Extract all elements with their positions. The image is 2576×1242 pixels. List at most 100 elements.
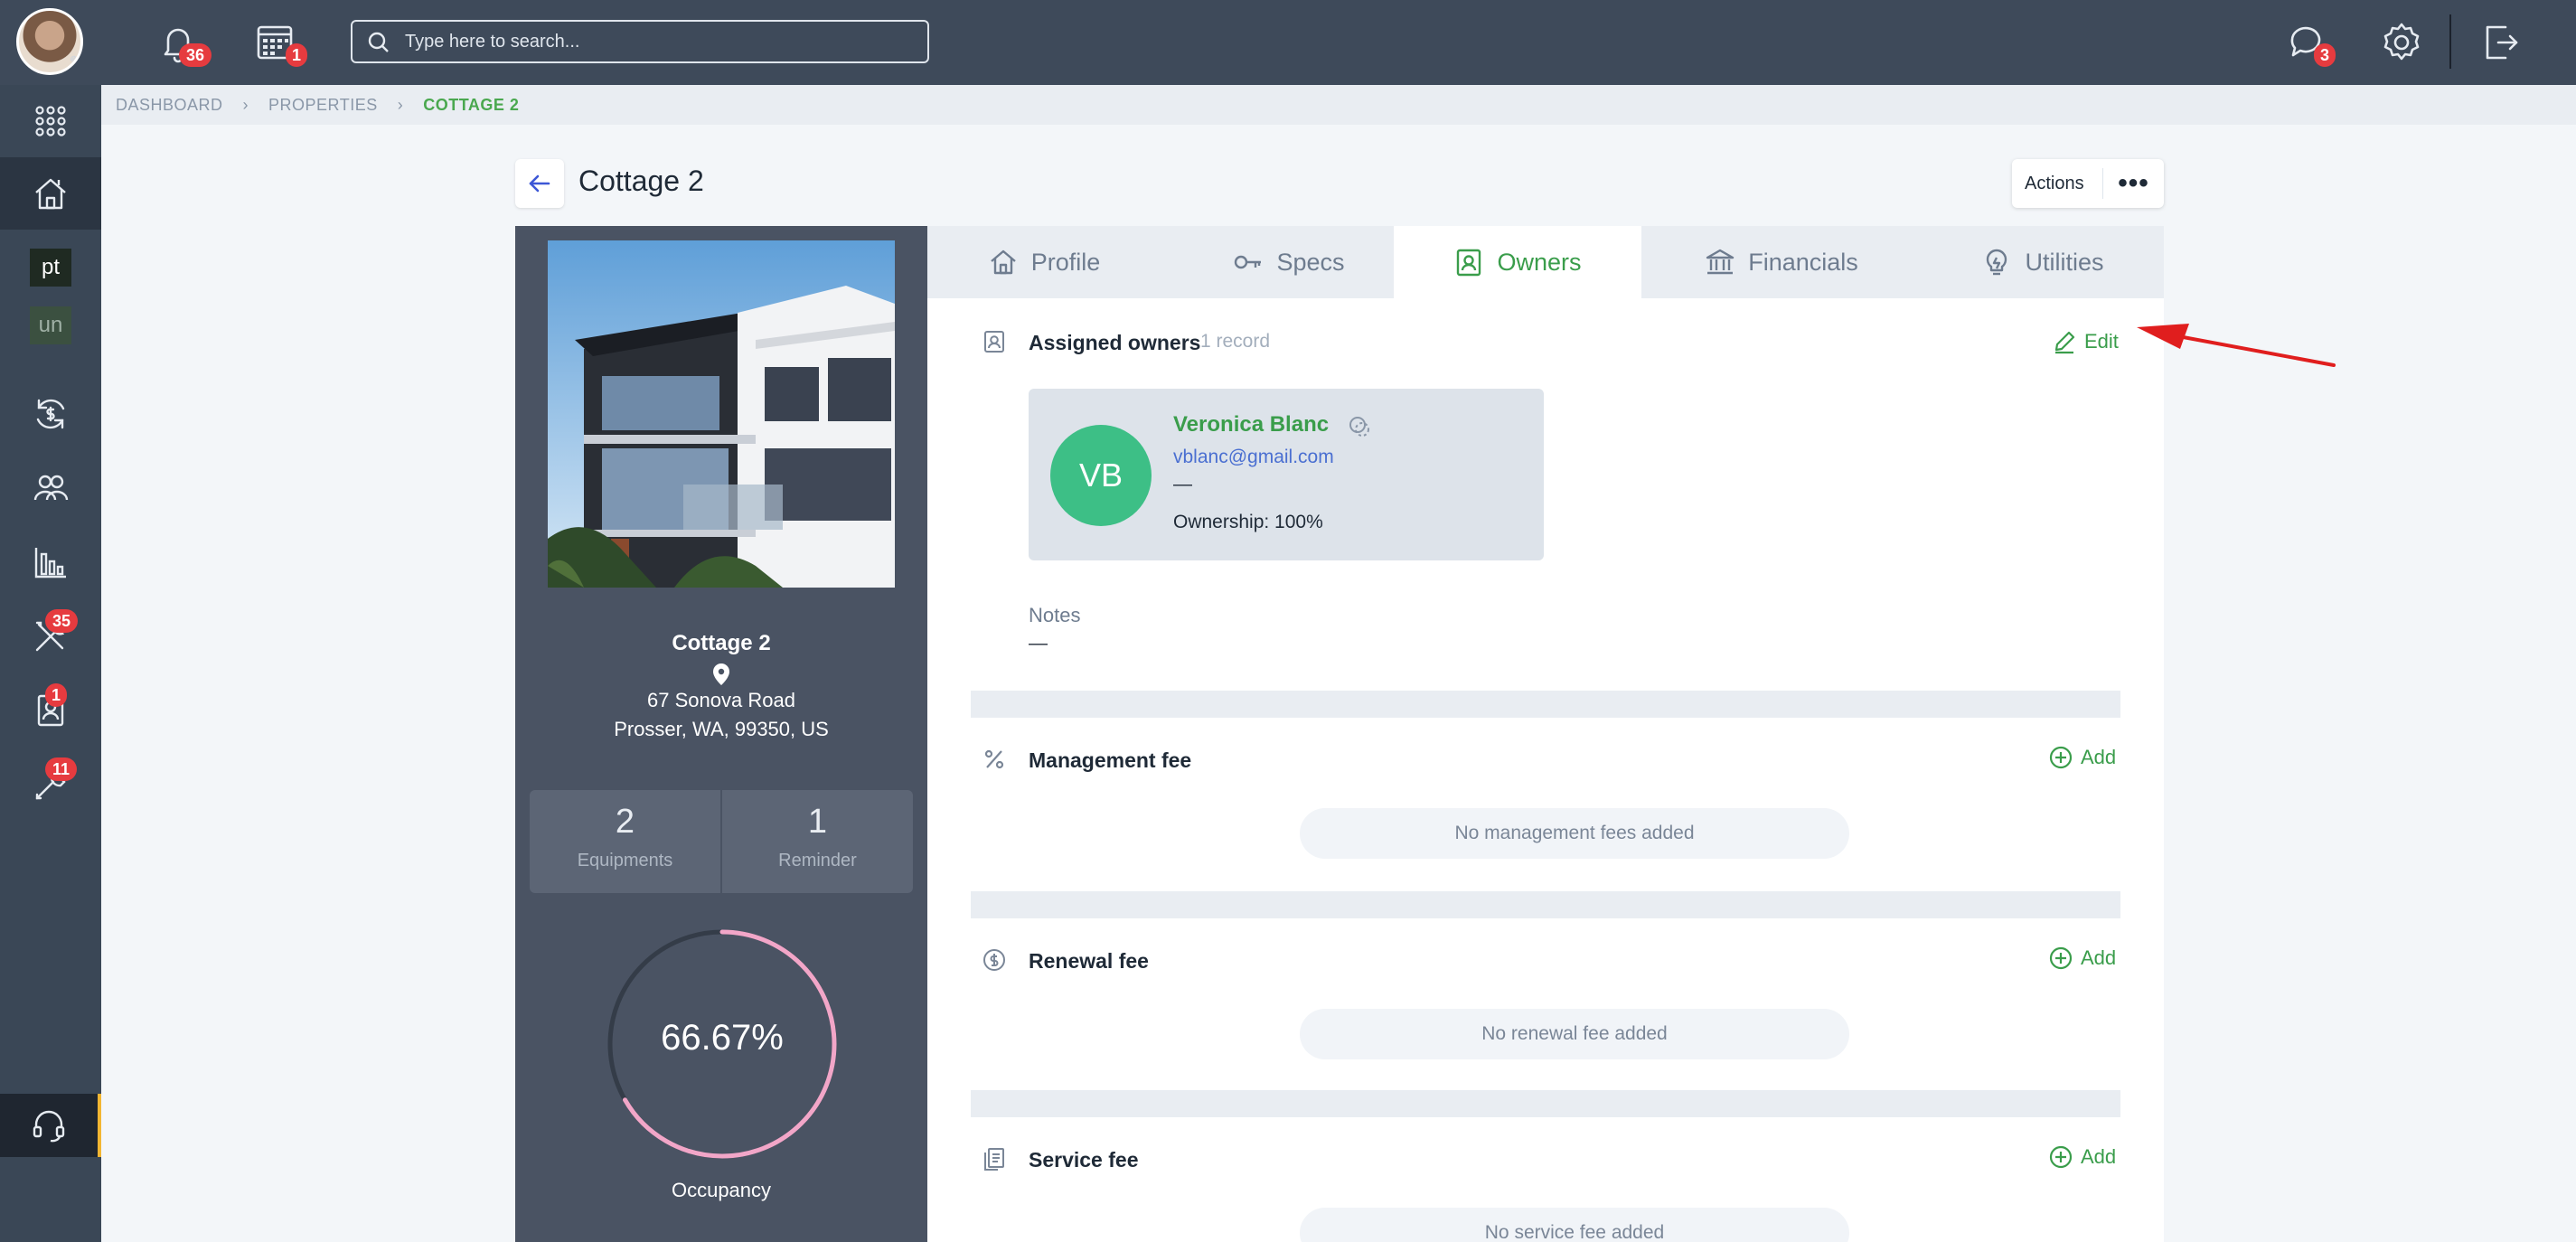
owners-panel: Assigned owners 1 record Edit VB Veronic… [927,298,2164,1242]
calendar-icon[interactable]: 1 [253,20,307,67]
tab-utilities[interactable]: Utilities [1922,226,2164,298]
property-summary-card: Cottage 2 67 Sonova Road Prosser, WA, 99… [515,226,927,1242]
search-input[interactable] [405,29,911,54]
reminder-count: 1 [807,803,828,841]
add-renewal-fee-button[interactable]: Add [2048,946,2116,971]
sidebar-item-pt[interactable]: pt [0,239,101,296]
calendar-badge: 1 [286,43,307,67]
tab-owners[interactable]: Owners [1394,226,1641,298]
owner-badge-icon [982,329,1007,354]
breadcrumb-properties[interactable]: PROPERTIES [268,96,378,115]
notifications-bell-icon[interactable]: 36 [155,20,212,67]
user-avatar[interactable]: ✎ [16,8,83,75]
actions-label: Actions [2025,173,2084,193]
add-label: Add [2081,946,2117,969]
key-icon [1235,255,1262,269]
edit-label: Edit [2084,330,2119,353]
chevron-right-icon: › [242,95,249,114]
actions-menu-button[interactable]: Actions ••• [2012,159,2164,208]
tab-owners-label: Owners [1497,248,1582,276]
service-fee-title: Service fee [1029,1148,1139,1171]
tab-specs-label: Specs [1276,248,1345,276]
equipments-label: Equipments [577,851,673,870]
add-label: Add [2081,1145,2117,1168]
sidebar-item-contacts[interactable]: 1 [0,674,101,747]
tab-financials-label: Financials [1748,248,1858,276]
tab-specs[interactable]: Specs [1161,226,1417,298]
search-icon [367,31,390,54]
notes-value: — [1029,633,1048,654]
property-stats: 2 Equipments 1 Reminder [530,790,913,893]
pencil-icon [2054,331,2075,354]
plus-circle-icon [2049,746,2073,769]
owner-email[interactable]: vblanc@gmail.com [1173,447,1334,468]
search-box[interactable] [351,20,929,63]
sidebar-item-un[interactable]: un [0,296,101,354]
section-divider [971,691,2120,718]
notes-label: Notes [1029,604,1081,626]
messages-badge: 3 [2314,43,2336,67]
section-divider [971,1090,2120,1117]
maintenance-badge: 35 [45,609,79,633]
sidebar-item-tasks[interactable]: 11 [0,748,101,821]
owner-card[interactable]: VB Veronica Blanc vblanc@gmail.com — Own… [1029,389,1544,560]
breadcrumb-dashboard[interactable]: DASHBOARD [116,96,223,115]
chevron-right-icon: › [397,95,404,114]
assigned-owners-title: Assigned owners [1029,331,1201,354]
settings-gear-icon[interactable] [2379,20,2424,65]
property-photo [548,240,895,588]
property-address-line2: Prosser, WA, 99350, US [614,718,829,740]
management-fee-empty: No management fees added [1300,808,1849,859]
equipments-count: 2 [615,803,635,841]
sidebar-item-reports[interactable] [0,526,101,598]
add-management-fee-button[interactable]: Add [2048,745,2116,770]
equipments-stat[interactable]: 2 Equipments [530,790,720,893]
plus-circle-icon [2049,1145,2073,1169]
sidebar-item-maintenance[interactable]: 35 [0,600,101,673]
property-name: Cottage 2 [672,631,771,655]
sidebar-item-properties[interactable] [0,157,101,230]
property-address-line1: 67 Sonova Road [647,689,795,711]
sidebar-item-money-cycle[interactable] [0,378,101,450]
left-sidebar: pt un 35 1 11 [0,85,101,1242]
page-title: Cottage 2 [578,165,704,197]
contacts-badge: 1 [45,683,67,707]
tab-utilities-label: Utilities [2025,248,2104,276]
sidebar-item-apps[interactable] [0,85,101,157]
tab-profile[interactable]: Profile [927,226,1161,298]
occupancy-value: 66.67% [661,1018,784,1058]
notifications-badge: 36 [179,43,212,67]
management-fee-title: Management fee [1029,748,1192,772]
logout-icon[interactable] [2478,20,2524,65]
arrow-left-icon [529,174,550,193]
assigned-owners-count: 1 record [1200,331,1271,352]
occupancy-label: Occupancy [671,1179,772,1201]
top-bar: ✎ 36 1 3 [0,0,2576,85]
location-pin-icon [709,662,734,687]
portal-status-icon [1347,414,1372,439]
reminder-stat[interactable]: 1 Reminder [720,790,913,893]
breadcrumb: DASHBOARD › PROPERTIES › COTTAGE 2 [101,85,2576,125]
tasks-badge: 11 [45,757,78,781]
service-fee-empty: No service fee added [1300,1208,1849,1242]
owner-badge-icon [1457,249,1481,277]
lightbulb-icon [1987,249,2007,276]
back-button[interactable] [515,159,564,208]
dollar-circle-icon [982,947,1007,973]
add-service-fee-button[interactable]: Add [2048,1144,2116,1170]
pin-icon: ✎ [69,53,83,73]
section-divider [971,891,2120,918]
percent-icon [982,747,1007,772]
tab-profile-label: Profile [1030,248,1101,276]
bank-icon [1706,249,1735,275]
documents-icon [982,1146,1007,1171]
more-dots-icon[interactable]: ••• [2103,170,2164,197]
messages-icon[interactable]: 3 [2285,20,2336,67]
edit-owners-button[interactable]: Edit [2052,329,2119,354]
reminder-label: Reminder [778,851,857,870]
sidebar-item-people[interactable] [0,452,101,524]
support-headset-icon[interactable] [0,1094,101,1157]
tab-financials[interactable]: Financials [1641,226,1922,298]
owner-name[interactable]: Veronica Blanc [1173,412,1329,438]
renewal-fee-empty: No renewal fee added [1300,1009,1849,1059]
